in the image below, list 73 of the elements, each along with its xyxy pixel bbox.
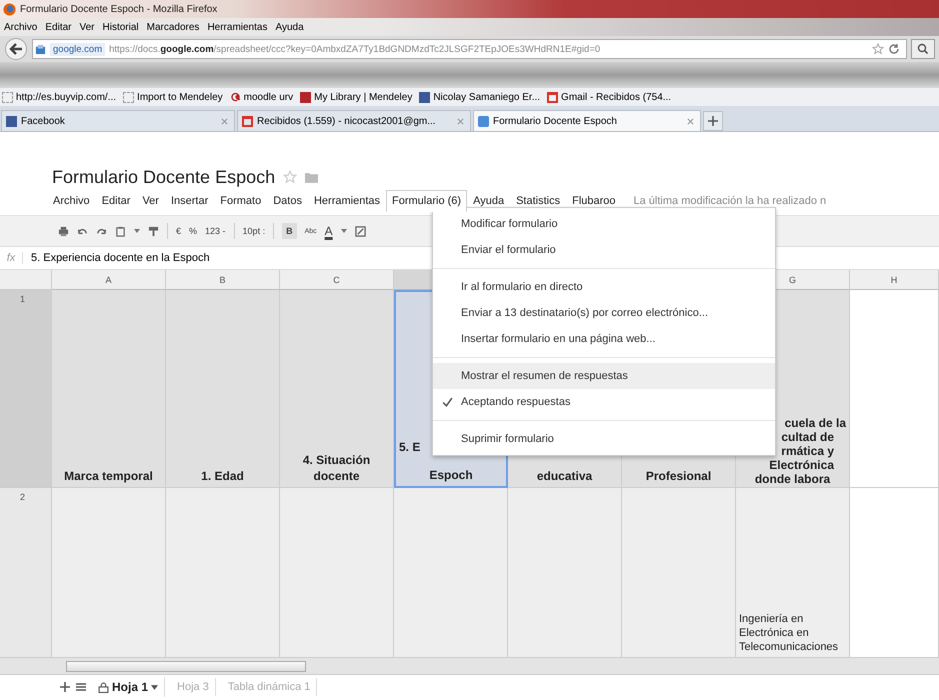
- menu-item[interactable]: Insertar: [164, 190, 214, 212]
- menu-item[interactable]: Herramientas: [207, 22, 268, 32]
- currency-button[interactable]: €: [176, 226, 182, 236]
- menu-item[interactable]: Archivo: [47, 190, 96, 212]
- menu-item[interactable]: Herramientas: [308, 190, 386, 212]
- paint-roller-icon[interactable]: [148, 226, 159, 236]
- star-icon[interactable]: [872, 43, 884, 55]
- column-header[interactable]: B: [166, 270, 280, 290]
- bold-button[interactable]: B: [282, 223, 297, 239]
- last-edit-note: La última modificación la ha realizado n: [632, 195, 826, 207]
- table-cell: 4. Situación docente: [280, 290, 394, 488]
- menu-item[interactable]: Marcadores: [146, 22, 200, 32]
- text-color-button[interactable]: A: [324, 224, 333, 238]
- sheet-tab[interactable]: Hoja 1: [92, 677, 166, 697]
- browser-tab[interactable]: Formulario Docente Espoch: [473, 110, 701, 131]
- bookmark[interactable]: Import to Mendeley: [123, 92, 223, 102]
- caret-icon[interactable]: [134, 229, 140, 233]
- caret-icon[interactable]: [151, 684, 158, 690]
- menu-item[interactable]: Mostrar el resumen de respuestas: [433, 363, 775, 389]
- table-cell: 1. Edad: [166, 290, 280, 488]
- address-field[interactable]: google.com https://docs.google.com/spreadsheet/ccc?key=0AmbxdZA7Ty1BdGNDMzdTc2JLSGF2TEpJOEs3WHdRN1E#gid=0: [32, 39, 907, 59]
- add-icon[interactable]: [60, 682, 70, 692]
- menu-item[interactable]: Datos: [267, 190, 308, 212]
- column-header[interactable]: A: [52, 270, 166, 290]
- menu-item[interactable]: Ver: [79, 22, 94, 32]
- column-header[interactable]: C: [280, 270, 394, 290]
- number-format-button[interactable]: 123 -: [205, 226, 226, 236]
- font-size-button[interactable]: 10pt :: [242, 226, 266, 236]
- site-identity: google.com: [50, 42, 106, 56]
- percent-button[interactable]: %: [189, 226, 198, 236]
- search-icon[interactable]: [911, 39, 935, 59]
- menu-item[interactable]: Historial: [102, 22, 139, 32]
- document-title[interactable]: Formulario Docente Espoch: [52, 166, 276, 188]
- menu-item[interactable]: Enviar el formulario: [433, 237, 775, 263]
- table-cell: Ingeniería en Electrónica en Telecomunicaciones: [736, 488, 850, 658]
- bookmark[interactable]: Gmail - Recibidos (754...: [547, 92, 672, 102]
- bookmark[interactable]: Nicolay Samaniego Er...: [419, 92, 540, 102]
- row-header[interactable]: 1: [0, 290, 52, 488]
- column-header[interactable]: H: [850, 270, 939, 290]
- menu-item[interactable]: Editar: [96, 190, 136, 212]
- menu-item[interactable]: Editar: [45, 22, 72, 32]
- new-tab-icon[interactable]: [703, 111, 723, 131]
- bookmark[interactable]: http://es.buyvip.com/...: [2, 92, 116, 102]
- formula-field[interactable]: 5. Experiencia docente en la Espoch: [31, 252, 210, 264]
- browser-tab[interactable]: Recibidos (1.559) - nicocast2001@gm...: [237, 110, 471, 131]
- moodle-icon: [230, 92, 241, 102]
- clipboard-icon[interactable]: [115, 226, 126, 236]
- menu-item[interactable]: Ver: [136, 190, 165, 212]
- back-icon[interactable]: [4, 38, 28, 60]
- print-icon[interactable]: [58, 226, 69, 236]
- table-cell: Marca temporal: [52, 290, 166, 488]
- horizontal-scrollbar[interactable]: [0, 658, 939, 675]
- menu-item[interactable]: Ayuda: [275, 22, 304, 32]
- url-text: https://docs.google.com/spreadsheet/ccc?key=0AmbxdZA7Ty1BdGNDMzdTc2JLSGF2TEpJOEs3WHdRN1E#gid=0: [109, 44, 600, 54]
- list-icon[interactable]: [76, 682, 86, 692]
- scroll-thumb[interactable]: [66, 660, 306, 672]
- menu-item[interactable]: Modificar formulario: [433, 211, 775, 237]
- site-icon: [35, 44, 46, 54]
- browser-tab[interactable]: Facebook: [1, 110, 235, 131]
- fill-color-icon[interactable]: [354, 226, 366, 236]
- menu-item[interactable]: Archivo: [4, 22, 38, 32]
- browser-logo-icon: [3, 2, 16, 16]
- row-header[interactable]: 2: [0, 488, 52, 658]
- menu-item[interactable]: Formulario (6): [386, 190, 468, 212]
- menu-item[interactable]: Formato: [214, 190, 268, 212]
- formula-label: fx: [0, 252, 23, 264]
- caret-icon[interactable]: [340, 229, 347, 233]
- bookmark[interactable]: My Library | Mendeley: [300, 92, 412, 102]
- window-title: Formulario Docente Espoch - Mozilla Firefox: [20, 4, 218, 14]
- bookmark[interactable]: moodle urv: [230, 92, 294, 102]
- close-icon[interactable]: [687, 118, 694, 124]
- reload-icon[interactable]: [888, 43, 900, 55]
- star-icon[interactable]: [283, 170, 298, 184]
